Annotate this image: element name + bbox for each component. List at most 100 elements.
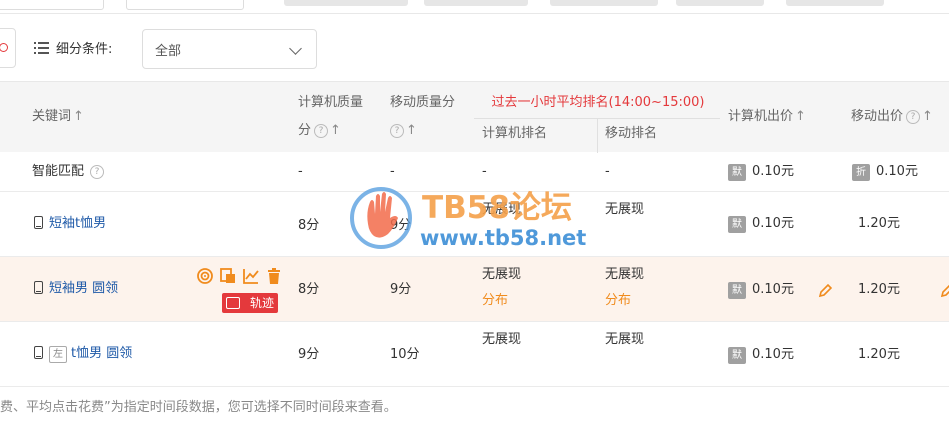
mobile-quality-value: 9分 bbox=[390, 218, 412, 233]
top-toolbar-strip bbox=[0, 0, 949, 14]
edit-pencil-icon[interactable] bbox=[940, 284, 949, 298]
mobile-bid-value[interactable]: 1.20元 bbox=[858, 214, 900, 234]
pc-rank-value: - bbox=[482, 164, 487, 179]
col-keyword-label: 关键词 bbox=[32, 109, 72, 124]
mobile-bid-cell[interactable]: 折 0.10元 bbox=[852, 162, 918, 182]
mobile-quality-value: - bbox=[390, 164, 395, 179]
list-icon bbox=[34, 41, 49, 54]
pc-quality-value: 9分 bbox=[298, 347, 320, 362]
mobile-rank-value: - bbox=[605, 164, 610, 179]
copy-icon[interactable] bbox=[219, 267, 237, 285]
segment-select-value: 全部 bbox=[155, 43, 182, 59]
col-pc-quality-label: 计算机质量 bbox=[298, 95, 364, 110]
keyword-link[interactable]: 短袖t恤男 bbox=[49, 216, 106, 231]
keyword-link[interactable]: t恤男 圆领 bbox=[71, 346, 132, 361]
pc-quality-value: - bbox=[298, 164, 303, 179]
top-tab-2[interactable] bbox=[424, 0, 528, 6]
col-mobile-bid[interactable]: 移动出价? ↑ bbox=[851, 104, 933, 130]
mobile-quality-value: 10分 bbox=[390, 347, 420, 362]
default-bid-badge: 默 bbox=[728, 347, 746, 364]
pc-rank-value: 无展现 bbox=[482, 202, 522, 217]
table-row: 左 t恤男 圆领 9分 10分 无展现 无展现 默 0.10元 1.20元 bbox=[0, 322, 949, 387]
top-tab-5[interactable] bbox=[786, 0, 884, 6]
col-pc-quality[interactable]: 计算机质量 分? ↑ bbox=[298, 90, 363, 144]
mobile-bid-value: 0.10元 bbox=[876, 164, 918, 179]
filter-label-text: 细分条件: bbox=[56, 42, 113, 57]
help-icon[interactable]: ? bbox=[390, 123, 404, 138]
col-pc-bid[interactable]: 计算机出价 ↑ bbox=[728, 104, 806, 130]
mobile-bid-value[interactable]: 1.20元 bbox=[858, 280, 900, 300]
table-row: 智能匹配? - - - - 默 0.10元 折 0.10元 bbox=[0, 152, 949, 192]
col-pc-quality-label-2: 分 bbox=[298, 123, 312, 138]
pc-rank-distribution-link[interactable]: 分布 bbox=[482, 291, 508, 311]
pc-bid-cell[interactable]: 默 0.10元 bbox=[728, 162, 794, 182]
keyword-cell: 短袖男 圆领 bbox=[34, 279, 118, 299]
chevron-down-icon bbox=[289, 42, 302, 55]
edge-button-partial[interactable] bbox=[0, 28, 16, 68]
sort-arrow-icon: ↑ bbox=[922, 109, 933, 124]
circle-icon bbox=[0, 43, 8, 52]
pc-bid-value: 0.10元 bbox=[752, 216, 794, 231]
col-mobile-quality[interactable]: 移动质量分 ? ↑ bbox=[390, 90, 455, 144]
mobile-phone-icon bbox=[34, 281, 43, 294]
top-input-partial[interactable] bbox=[0, 0, 104, 10]
track-button-label: 轨迹 bbox=[249, 296, 274, 310]
discount-bid-badge: 折 bbox=[852, 164, 870, 181]
default-bid-badge: 默 bbox=[728, 164, 746, 181]
table-row: 短袖t恤男 8分 9分 无展现 无展现 默 0.10元 1.20元 bbox=[0, 192, 949, 257]
pc-bid-cell[interactable]: 默 0.10元 bbox=[728, 280, 794, 300]
pc-rank-value: 无展现 bbox=[482, 267, 522, 282]
keyword-text: 智能匹配 bbox=[32, 164, 85, 179]
top-tab-3[interactable] bbox=[550, 0, 658, 6]
row-action-icons bbox=[196, 267, 283, 285]
mobile-phone-icon bbox=[34, 216, 43, 229]
mobile-rank-value: 无展现 bbox=[605, 332, 645, 347]
col-mobile-quality-label: 移动质量分 bbox=[390, 95, 456, 110]
sort-arrow-icon: ↑ bbox=[406, 123, 417, 138]
segment-select[interactable]: 全部 bbox=[142, 29, 317, 69]
mobile-rank-value: 无展现 bbox=[605, 202, 645, 217]
group-column-divider bbox=[597, 119, 598, 153]
filter-label: 细分条件: bbox=[34, 38, 112, 57]
track-button[interactable]: 轨迹 bbox=[222, 293, 278, 313]
sort-arrow-icon: ↑ bbox=[73, 109, 84, 124]
avg-rank-group-title: 过去一小时平均排名(14:00~15:00) bbox=[491, 95, 705, 110]
pc-bid-value: 0.10元 bbox=[752, 282, 794, 297]
track-icon bbox=[226, 297, 240, 309]
pc-bid-value: 0.10元 bbox=[752, 347, 794, 362]
top-tab-4[interactable] bbox=[676, 0, 764, 6]
keyword-type-badge: 左 bbox=[49, 346, 67, 363]
col-mobile-bid-label: 移动出价 bbox=[851, 109, 904, 124]
sort-arrow-icon: ↑ bbox=[330, 123, 341, 138]
keyword-cell: 短袖t恤男 bbox=[34, 214, 106, 234]
keyword-link[interactable]: 短袖男 圆领 bbox=[49, 281, 118, 296]
default-bid-badge: 默 bbox=[728, 282, 746, 299]
mobile-rank-distribution-link[interactable]: 分布 bbox=[605, 291, 631, 311]
table-row-hovered: 短袖男 圆领 轨迹 8分 9分 无展现 分布 无展现 分布 默 0.10元 1.2… bbox=[0, 257, 949, 322]
table-header: 关键词 ↑ 计算机质量 分? ↑ 移动质量分 ? ↑ 过去一小时平均排名(14:00~… bbox=[0, 81, 949, 153]
mobile-rank-value: 无展现 bbox=[605, 267, 645, 282]
pc-bid-value: 0.10元 bbox=[752, 164, 794, 179]
keyword-cell: 智能匹配? bbox=[32, 162, 105, 182]
top-input-partial-2[interactable] bbox=[126, 0, 244, 10]
trend-chart-icon[interactable] bbox=[242, 267, 260, 285]
help-icon[interactable]: ? bbox=[314, 123, 329, 138]
help-icon[interactable]: ? bbox=[90, 164, 105, 179]
pc-bid-cell[interactable]: 默 0.10元 bbox=[728, 214, 794, 234]
pc-bid-cell[interactable]: 默 0.10元 bbox=[728, 345, 794, 365]
target-icon[interactable] bbox=[196, 267, 214, 285]
delete-icon[interactable] bbox=[265, 267, 283, 285]
top-tab-1[interactable] bbox=[284, 0, 408, 6]
pc-quality-value: 8分 bbox=[298, 218, 320, 233]
col-pc-rank: 计算机排名 bbox=[482, 126, 548, 141]
edit-pencil-icon[interactable] bbox=[818, 284, 832, 298]
col-keyword[interactable]: 关键词 ↑ bbox=[32, 104, 84, 130]
col-mobile-rank: 移动排名 bbox=[605, 126, 658, 141]
filter-row: 细分条件: 全部 bbox=[0, 28, 949, 70]
help-icon[interactable]: ? bbox=[906, 109, 921, 124]
col-pc-bid-label: 计算机出价 bbox=[728, 109, 794, 124]
sort-arrow-icon: ↑ bbox=[795, 109, 806, 124]
pc-rank-value: 无展现 bbox=[482, 332, 522, 347]
mobile-quality-value: 9分 bbox=[390, 282, 412, 297]
mobile-bid-value[interactable]: 1.20元 bbox=[858, 345, 900, 365]
